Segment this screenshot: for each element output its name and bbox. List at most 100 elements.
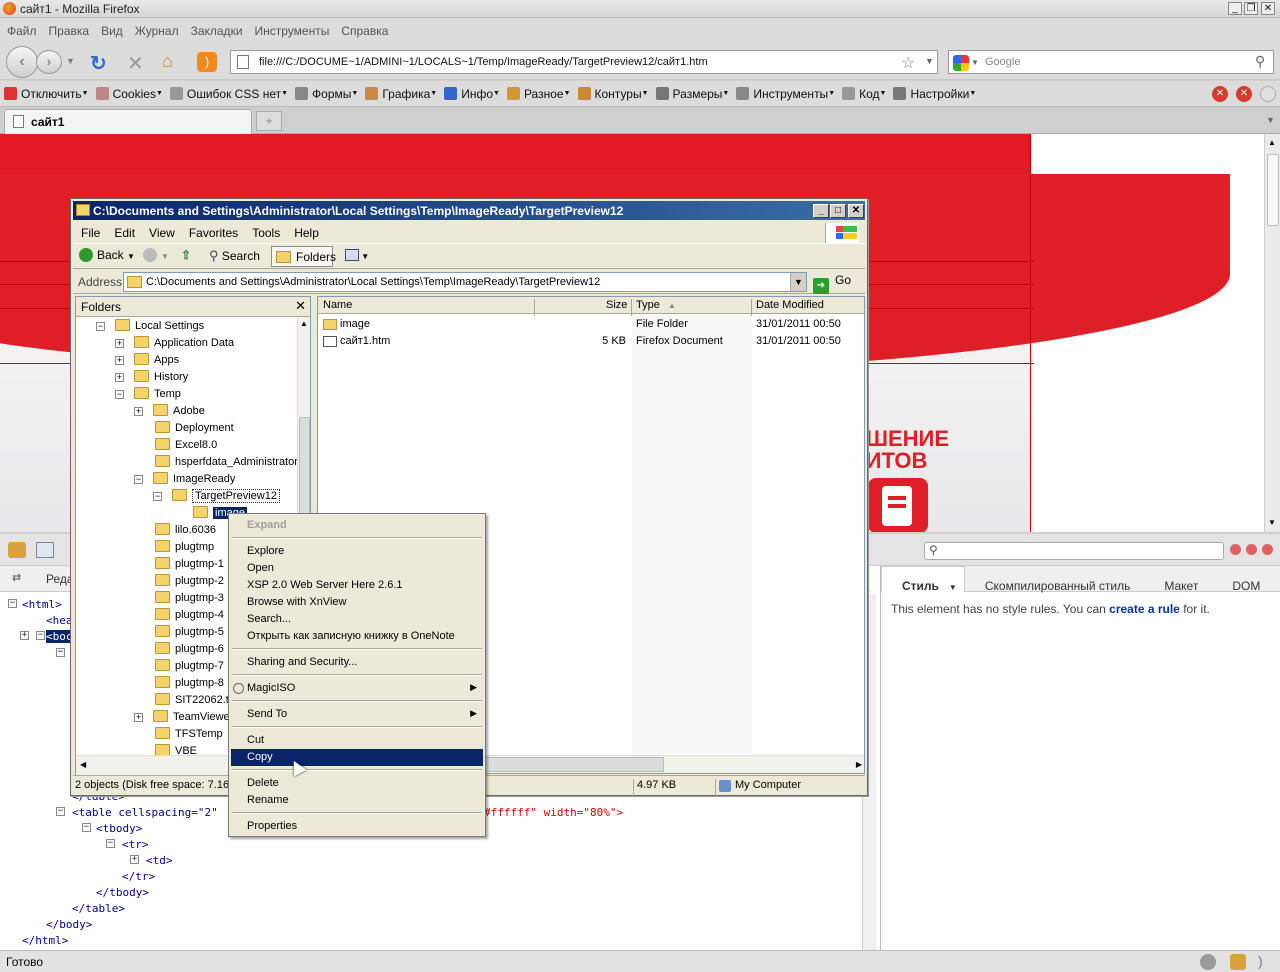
close-button[interactable]: ✕ [1261,2,1275,15]
html-node[interactable]: <table cellspacing="2" [72,806,218,819]
tree-node[interactable]: plugtmp-6 [134,642,224,659]
explorer-menu-item[interactable]: Tools [244,222,286,240]
page-scrollbar[interactable]: ▲ ▼ [1264,134,1280,532]
search-button[interactable]: ⚲ Search [209,248,260,264]
menu-item[interactable]: Правка [42,18,95,38]
back-button[interactable]: Back ▼ [79,248,135,262]
tab-site1[interactable]: сайт1 [4,109,252,134]
expand-icon[interactable]: + [134,713,143,722]
expand-icon[interactable]: + [115,339,124,348]
forward-button[interactable]: ▼ [143,248,169,262]
html-node[interactable]: <tr> [122,838,149,851]
context-menu-item[interactable]: Properties [231,818,483,835]
tree-node[interactable]: + Apps [115,353,179,370]
collapse-icon[interactable]: − [115,390,124,399]
column-name[interactable]: Name [323,299,352,311]
context-menu-item[interactable]: Rename [231,792,483,809]
tree-node[interactable]: plugtmp-7 [134,659,224,676]
tree-expander-icon[interactable]: − [56,648,65,657]
firebug-icon[interactable] [8,542,26,558]
tree-node[interactable]: + TeamViewer [134,710,233,727]
tree-node[interactable]: − Temp [115,387,181,404]
firebug-search-input[interactable]: ⚲ [924,542,1224,560]
tree-expander-icon[interactable]: + [130,855,139,864]
context-menu-item[interactable]: Open [231,560,483,577]
context-menu-item[interactable]: MagicISO ▶ [231,680,483,697]
menu-item[interactable]: Инструменты [248,18,335,38]
close-button[interactable]: ✕ [848,204,864,218]
context-menu-item[interactable]: Explore [231,543,483,560]
minimize-button[interactable]: _ [813,204,829,218]
html-node[interactable]: </body> [46,918,92,931]
scroll-down-icon[interactable]: ▼ [1268,518,1276,527]
explorer-menu-item[interactable]: File [73,222,106,240]
webdev-menu-10[interactable]: Код▼ [838,81,889,101]
context-menu-item[interactable]: Browse with XnView [231,594,483,611]
status-circle-icon[interactable] [1260,86,1276,102]
webdev-menu-3[interactable]: Формы▼ [291,81,361,101]
file-row[interactable]: image File Folder 31/01/2011 00:50 [318,317,864,334]
tree-node[interactable]: + Adobe [134,404,205,421]
inspect-icon[interactable] [36,542,54,558]
explorer-menu-item[interactable]: Edit [106,222,141,240]
tree-node[interactable]: plugtmp-2 [134,574,224,591]
tree-node[interactable]: plugtmp-8 [134,676,224,693]
bookmark-star-icon[interactable]: ☆ [901,53,915,73]
tree-node[interactable]: hsperfdata_Administrator [134,455,298,472]
scroll-thumb[interactable] [478,757,664,772]
context-menu-item[interactable]: Expand [231,517,483,534]
detach-panel-icon[interactable] [1246,544,1257,555]
tree-node[interactable]: − ImageReady [134,472,235,489]
context-menu-item[interactable]: Sharing and Security... [231,654,483,671]
tree-node[interactable]: Excel8.0 [134,438,217,455]
maximize-button[interactable]: ❐ [1244,2,1258,15]
html-node[interactable]: <td> [146,854,173,867]
tab-list-icon[interactable]: ▼ [1266,115,1275,125]
webdev-menu-9[interactable]: Инструменты▼ [732,81,838,101]
side-tab-1[interactable]: Скомпилированный стиль [965,567,1145,593]
collapse-icon[interactable]: − [153,492,162,501]
webdev-menu-5[interactable]: Инфо▼ [440,81,503,101]
scroll-right-icon[interactable]: ▶ [856,760,862,769]
tree-node[interactable]: plugtmp-5 [134,625,224,642]
webdev-menu-0[interactable]: Отключить▼ [0,81,92,101]
go-button[interactable]: ➔ Go [813,273,859,294]
webdev-menu-7[interactable]: Контуры▼ [574,81,652,101]
tree-node[interactable]: lilo.6036 [134,523,216,540]
scroll-left-icon[interactable]: ◀ [80,760,86,769]
column-type[interactable]: Type [636,299,660,311]
forward-button[interactable]: › [36,50,62,74]
context-menu-item[interactable]: Copy [231,749,483,766]
html-node[interactable]: <hea [46,614,73,627]
close-pane-icon[interactable]: ✕ [295,298,306,314]
tree-node[interactable]: + Application Data [115,336,234,353]
context-menu-item[interactable]: Cut [231,732,483,749]
tree-node[interactable]: TFSTemp [134,727,223,744]
column-date-modified[interactable]: Date Modified [756,299,824,311]
html-node[interactable]: <tbody> [96,822,142,835]
home-icon[interactable]: ⌂ [162,51,173,72]
feed-icon[interactable]: ) [1258,953,1263,969]
tree-expander-icon[interactable]: − [36,631,45,640]
tree-expander-icon[interactable]: − [56,807,65,816]
explorer-menu-item[interactable]: Help [286,222,325,240]
minimize-button[interactable]: _ [1228,2,1242,15]
side-tab-3[interactable]: DOM [1212,567,1274,593]
edit-toggle-icon[interactable]: ⇄ [12,571,21,584]
menu-item[interactable]: Справка [334,18,393,38]
webdev-menu-2[interactable]: Ошибок CSS нет▼ [166,81,291,101]
address-dropdown-icon[interactable]: ▼ [790,273,806,291]
tree-node[interactable]: plugtmp-1 [134,557,224,574]
tree-expander-icon[interactable]: − [106,839,115,848]
address-input[interactable]: C:\Documents and Settings\Administrator\… [123,272,807,292]
menu-item[interactable]: Вид [94,18,128,38]
webdev-menu-1[interactable]: Cookies▼ [92,81,166,101]
engine-dropdown-icon[interactable]: ▼ [971,58,979,67]
collapse-icon[interactable]: − [96,322,105,331]
history-dropdown-icon[interactable]: ▼ [66,56,75,66]
side-tab-2[interactable]: Макет [1144,567,1212,593]
webdev-menu-8[interactable]: Размеры▼ [652,81,733,101]
context-menu-item[interactable]: XSP 2.0 Web Server Here 2.6.1 [231,577,483,594]
error-icon[interactable]: ✕ [1212,86,1228,102]
webdev-menu-11[interactable]: Настройки▼ [889,81,979,101]
